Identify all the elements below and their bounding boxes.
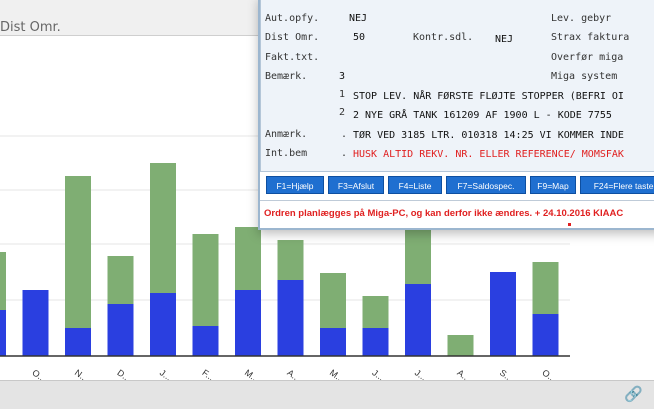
bar-segment-blue (22, 290, 49, 356)
bar-segment-green (192, 234, 219, 326)
bar-segment-blue (0, 310, 6, 356)
x-tick-label: S... (498, 367, 515, 380)
option-miga-system[interactable]: Miga system (551, 71, 617, 82)
bar-segment-blue (362, 328, 389, 356)
x-tick-label: F... (200, 367, 216, 380)
f7-balance-button[interactable]: F7=Saldospec. (446, 176, 526, 194)
x-tick-label: J... (370, 367, 386, 380)
x-tick-label: J... (158, 367, 174, 380)
bar-segment-blue (107, 304, 134, 356)
x-tick-label: J... (413, 367, 429, 380)
field-value-dist-omr[interactable]: 50 (353, 32, 365, 43)
field-value-kontr-sdl[interactable]: NEJ (495, 34, 513, 45)
bar-segment-green (362, 296, 389, 328)
option-lev-gebyr[interactable]: Lev. gebyr (551, 13, 611, 24)
option-overfor-miga[interactable]: Overfør miga (551, 52, 623, 63)
x-tick-label: N... (73, 367, 90, 380)
status-bar: Ordren planlægges på Miga-PC, og kan der… (260, 200, 654, 228)
bar-segment-green (235, 227, 261, 290)
order-details-panel: Aut.opfy. NEJ Dist Omr. 50 Kontr.sdl. NE… (260, 0, 654, 172)
background-field-label: Dist Omr. (0, 20, 61, 35)
bar-segment-green (320, 273, 346, 328)
x-tick-label: A... (285, 367, 302, 380)
field-label-int-bem: Int.bem (265, 148, 308, 159)
bar-segment-blue (150, 293, 176, 356)
f4-list-button[interactable]: F4=Liste (388, 176, 442, 194)
background-footer: 🔗 (0, 380, 654, 409)
bar-segment-blue (235, 290, 261, 356)
bar-segment-green (107, 256, 134, 304)
x-tick-label: A... (455, 367, 472, 380)
order-dialog: Aut.opfy. NEJ Dist Omr. 50 Kontr.sdl. NE… (258, 0, 654, 230)
option-strax-faktura[interactable]: Strax faktura (551, 32, 629, 43)
remark-line-number: 2 (339, 107, 346, 118)
bar-segment-green (150, 163, 176, 293)
bar-segment-blue (490, 272, 516, 356)
field-label-kontr-sdl: Kontr.sdl. (413, 32, 474, 43)
remark-line-text[interactable]: 2 NYE GRÅ TANK 161209 AF 1900 L - KODE 7… (353, 110, 612, 121)
field-value-aut-opfy[interactable]: NEJ (349, 13, 367, 24)
bar-segment-blue (405, 284, 431, 356)
bar-segment-green (447, 335, 474, 356)
f1-help-button[interactable]: F1=Hjælp (266, 176, 324, 194)
x-tick-label: O... (30, 367, 48, 380)
bar-segment-green (0, 252, 6, 310)
x-tick-label: M... (243, 367, 261, 380)
field-label-fakt-txt: Fakt.txt. (265, 52, 320, 63)
x-tick-label: M... (328, 367, 346, 380)
bar-segment-blue (320, 328, 346, 356)
f3-exit-button[interactable]: F3=Afslut (328, 176, 384, 194)
bar-segment-blue (192, 326, 219, 356)
screen: Dist Omr. O... N... D... J... F... M... A... M.… (0, 0, 654, 409)
bar-segment-blue (65, 328, 91, 356)
field-value-int-bem[interactable]: HUSK ALTID REKV. NR. ELLER REFERENCE/ MO… (353, 149, 624, 160)
f9-map-button[interactable]: F9=Map (530, 176, 576, 194)
f24-more-keys-button[interactable]: F24=Flere taster (580, 176, 654, 194)
anmaerk-dot: . (341, 129, 348, 140)
field-label-anmaerk: Anmærk. (265, 129, 308, 140)
bar-segment-green (532, 262, 559, 314)
status-marker (568, 223, 571, 226)
status-message: Ordren planlægges på Miga-PC, og kan der… (264, 208, 624, 219)
bar-segment-green (277, 240, 304, 280)
field-value-anmaerk[interactable]: TØR VED 3185 LTR. 010318 14:25 VI KOMMER… (353, 130, 624, 141)
field-value-bemaerk[interactable]: 3 (339, 71, 345, 82)
int-bem-dot: . (341, 148, 348, 159)
function-key-bar: F1=Hjælp F3=Afslut F4=Liste F7=Saldospec… (260, 172, 654, 198)
remark-line-number: 1 (339, 89, 346, 100)
link-icon[interactable]: 🔗 (624, 387, 643, 403)
bar-segment-blue (532, 314, 559, 356)
x-tick-label: D... (115, 367, 132, 380)
field-label-bemaerk: Bemærk. (265, 71, 308, 82)
bar-segment-green (65, 176, 91, 328)
x-tick-label: O... (540, 367, 558, 380)
remark-line-text[interactable]: STOP LEV. NÅR FØRSTE FLØJTE STOPPER (BEF… (353, 91, 624, 102)
field-label-aut-opfy: Aut.opfy. (265, 13, 320, 24)
field-label-dist-omr: Dist Omr. (265, 32, 320, 43)
bar-segment-blue (277, 280, 304, 356)
